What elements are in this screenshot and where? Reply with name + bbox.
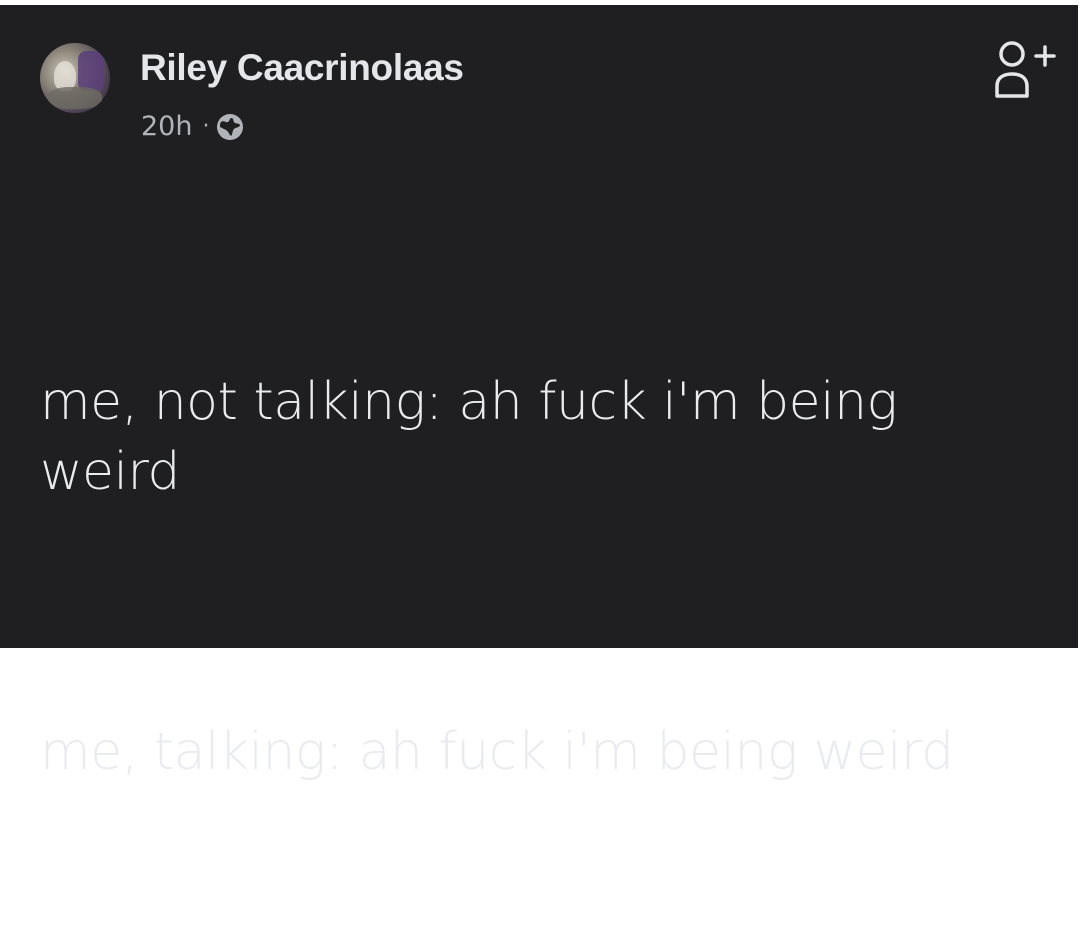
post-card: Riley Caacrinolaas 20h · me, not talking… [0, 5, 1078, 782]
post-timestamp[interactable]: 20h [141, 111, 192, 142]
globe-icon [217, 113, 244, 140]
post-body: me, not talking: ah fuck i'm being weird… [40, 227, 1050, 927]
avatar-detail [48, 87, 102, 109]
post-paragraph: me, talking: ah fuck i'm being weird [40, 722, 954, 782]
author-name[interactable]: Riley Caacrinolaas [140, 47, 464, 89]
avatar[interactable] [40, 43, 110, 113]
meta-separator: · [202, 114, 210, 139]
avatar-detail [78, 51, 104, 91]
post-meta: 20h · [141, 111, 245, 142]
add-friend-icon[interactable] [990, 38, 1058, 104]
post-paragraph: me, not talking: ah fuck i'm being weird [40, 372, 914, 502]
